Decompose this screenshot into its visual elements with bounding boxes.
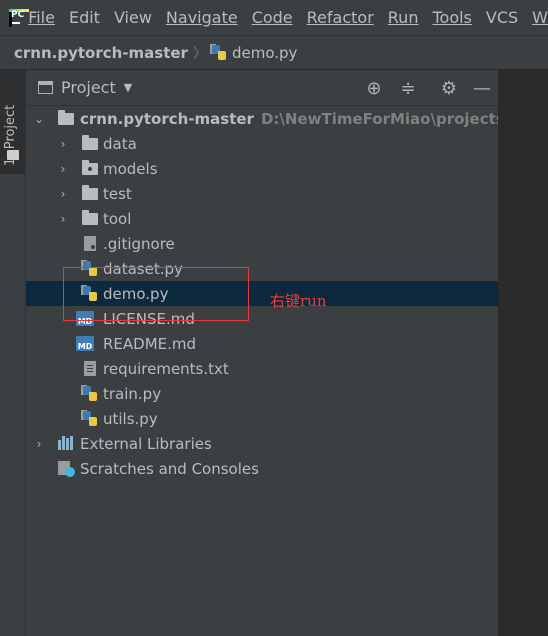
tree-item-train-py[interactable]: train.py	[26, 381, 498, 406]
tree-item-tool[interactable]: › tool	[26, 206, 498, 231]
annotation-text: 右键run	[270, 292, 327, 310]
breadcrumb-file[interactable]: demo.py	[232, 44, 297, 62]
tree-item-models[interactable]: › models	[26, 156, 498, 181]
chevron-right-icon[interactable]: ›	[58, 162, 68, 176]
menu-code[interactable]: Code	[252, 8, 293, 27]
menu-refactor[interactable]: Refactor	[307, 8, 374, 27]
editor-area[interactable]	[498, 70, 548, 636]
breadcrumb-separator-icon: 〉	[192, 45, 207, 62]
project-tool-tab[interactable]: 1: Project	[0, 70, 25, 174]
menu-file[interactable]: File	[28, 8, 55, 27]
project-window-icon	[38, 81, 53, 94]
tree-item-external-libraries[interactable]: › External Libraries	[26, 431, 498, 456]
project-panel: Project ▼ ⊕ ≑ ⚙ — ⌄ crnn.pytorch-master D…	[26, 70, 548, 636]
tree-item-label: Scratches and Consoles	[80, 459, 259, 478]
menu-edit[interactable]: Edit	[69, 8, 100, 27]
tree-item-data[interactable]: › data	[26, 131, 498, 156]
dropdown-caret-icon[interactable]: ▼	[124, 81, 132, 94]
tree-item-scratches[interactable]: Scratches and Consoles	[26, 456, 498, 481]
tree-item-label: data	[103, 134, 137, 153]
folder-icon	[82, 210, 98, 225]
text-file-icon	[84, 361, 96, 376]
tree-item-label: .gitignore	[103, 234, 175, 253]
menu-tools[interactable]: Tools	[432, 8, 471, 27]
tree-item-utils-py[interactable]: utils.py	[26, 406, 498, 431]
project-view-selector[interactable]: Project	[61, 78, 116, 97]
python-file-icon	[81, 385, 99, 402]
breadcrumb: crnn.pytorch-master 〉 demo.py	[0, 35, 548, 70]
tree-item-gitignore[interactable]: .gitignore	[26, 231, 498, 256]
gear-icon[interactable]: ⚙	[439, 78, 459, 99]
menu-view[interactable]: View	[114, 8, 152, 27]
tree-item-requirements-txt[interactable]: requirements.txt	[26, 356, 498, 381]
tree-item-label: test	[103, 184, 132, 203]
scratches-icon	[58, 461, 75, 477]
python-file-icon	[209, 43, 228, 61]
pycharm-logo-icon: PC	[8, 7, 29, 28]
chevron-right-icon[interactable]: ›	[58, 212, 68, 226]
menu-window[interactable]: W	[532, 8, 548, 27]
minimize-icon[interactable]: —	[472, 78, 492, 99]
tree-item-label: README.md	[103, 334, 197, 353]
tree-item-label: utils.py	[103, 409, 158, 428]
menu-bar: PC File Edit View Navigate Code Refactor…	[0, 0, 548, 35]
menu-vcs[interactable]: VCS	[486, 8, 518, 27]
folder-icon	[82, 135, 98, 150]
python-file-icon	[81, 410, 99, 427]
chevron-right-icon[interactable]: ›	[34, 437, 44, 451]
chevron-right-icon[interactable]: ›	[58, 137, 68, 151]
tree-item-label: models	[103, 159, 158, 178]
markdown-file-icon: MD	[76, 336, 94, 351]
project-panel-header: Project ▼ ⊕ ≑ ⚙ —	[26, 70, 498, 106]
folder-icon	[82, 185, 98, 200]
chevron-down-icon[interactable]: ⌄	[34, 112, 44, 126]
gitignore-file-icon	[84, 236, 96, 251]
breadcrumb-project[interactable]: crnn.pytorch-master	[14, 44, 188, 62]
menu-run[interactable]: Run	[388, 8, 419, 27]
locate-icon[interactable]: ⊕	[364, 78, 384, 99]
folder-icon	[7, 150, 19, 160]
folder-icon	[58, 110, 74, 125]
annotation-highlight-box	[63, 267, 249, 321]
tree-root-label: crnn.pytorch-master	[80, 109, 254, 128]
libraries-icon	[58, 436, 76, 450]
chevron-right-icon[interactable]: ›	[58, 187, 68, 201]
tree-item-label: tool	[103, 209, 132, 228]
tree-item-readme-md[interactable]: MD README.md	[26, 331, 498, 356]
tree-item-label: requirements.txt	[103, 359, 229, 378]
collapse-all-icon[interactable]: ≑	[398, 78, 418, 99]
tree-root-row[interactable]: ⌄ crnn.pytorch-master D:\NewTimeForMiao\p…	[26, 106, 548, 131]
tool-window-strip: 1: Project	[0, 70, 26, 636]
tree-item-test[interactable]: › test	[26, 181, 498, 206]
package-folder-icon	[82, 160, 98, 175]
tree-item-label: External Libraries	[80, 434, 212, 453]
menu-navigate[interactable]: Navigate	[166, 8, 238, 27]
tree-item-label: train.py	[103, 384, 162, 403]
